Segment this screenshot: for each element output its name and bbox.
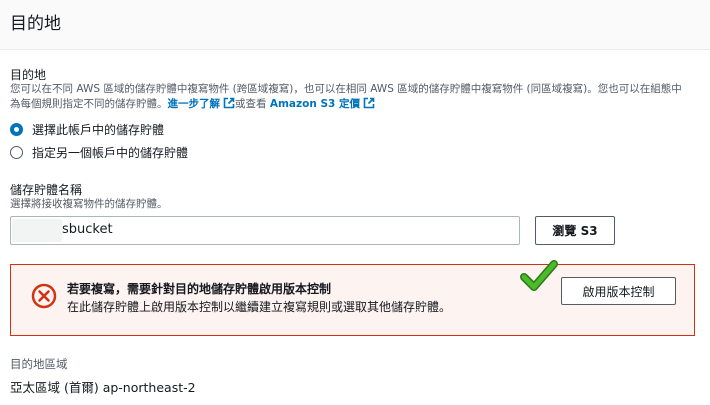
green-checkmark-icon xyxy=(520,260,558,291)
bucket-name-value: sbucket xyxy=(62,222,113,237)
learn-more-link[interactable]: 進一步了解 xyxy=(168,98,221,110)
browse-s3-button[interactable]: 瀏覽 S3 xyxy=(535,216,615,245)
versioning-error-alert: 若要複寫，需要針對目的地儲存貯體啟用版本控制 在此儲存貯體上啟用版本控制以繼續建… xyxy=(10,264,695,336)
bucket-name-label: 儲存貯體名稱 xyxy=(10,183,83,197)
radio-this-account[interactable]: 選擇此帳戶中的儲存貯體 xyxy=(10,121,164,138)
destination-desc-line1: 您可以在不同 AWS 區域的儲存貯體中複寫物件 (跨區域複寫)，也可以在相同 A… xyxy=(10,83,682,95)
error-circle-icon xyxy=(31,283,57,309)
external-link-icon[interactable] xyxy=(223,97,235,109)
alert-title: 若要複寫，需要針對目的地儲存貯體啟用版本控制 xyxy=(67,282,332,296)
bucket-name-hint: 選擇將接收複寫物件的儲存貯體。 xyxy=(10,198,168,210)
destination-desc-line2: 為每個規則指定不同的儲存貯體。 xyxy=(10,97,168,110)
section-title: 目的地 xyxy=(10,14,61,34)
enable-versioning-button[interactable]: 啟用版本控制 xyxy=(561,277,676,305)
radio-this-account-label: 選擇此帳戶中的儲存貯體 xyxy=(32,123,165,137)
section-header: 目的地 xyxy=(0,0,710,50)
radio-button[interactable] xyxy=(10,146,23,159)
s3-pricing-link[interactable]: Amazon S3 定價 xyxy=(270,98,360,110)
destination-region-label: 目的地區域 xyxy=(10,357,68,371)
redacted-text xyxy=(12,219,62,242)
or-view-text: 或查看 xyxy=(235,97,267,110)
radio-other-account-label: 指定另一個帳戶中的儲存貯體 xyxy=(32,146,189,160)
radio-other-account[interactable]: 指定另一個帳戶中的儲存貯體 xyxy=(10,144,188,161)
radio-button-selected[interactable] xyxy=(10,123,23,136)
external-link-icon[interactable] xyxy=(363,97,375,109)
destination-region-value: 亞太區域 (首爾) ap-northeast-2 xyxy=(10,380,196,395)
destination-description: 您可以在不同 AWS 區域的儲存貯體中複寫物件 (跨區域複寫)，也可以在相同 A… xyxy=(10,83,705,111)
destination-label: 目的地 xyxy=(10,68,47,82)
alert-description: 在此儲存貯體上啟用版本控制以繼續建立複寫規則或選取其他儲存貯體。 xyxy=(67,300,452,314)
